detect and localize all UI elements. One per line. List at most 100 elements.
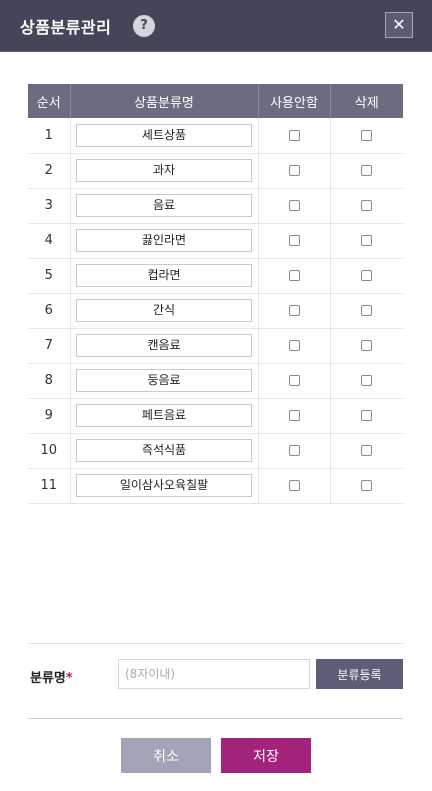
row-delete-cell	[330, 433, 403, 469]
row-name-cell: 과자	[70, 153, 259, 189]
header-disable: 사용안함	[258, 84, 331, 118]
disable-checkbox[interactable]	[288, 270, 300, 281]
disable-checkbox[interactable]	[288, 165, 300, 176]
category-name-field[interactable]: 간식	[76, 299, 252, 322]
disable-checkbox[interactable]	[288, 445, 300, 456]
table-row: 5 컵라면	[28, 258, 403, 294]
row-name-cell: 컵라면	[70, 258, 259, 294]
row-disable-cell	[258, 153, 331, 189]
delete-checkbox[interactable]	[361, 305, 373, 316]
category-name-field[interactable]: 음료	[76, 194, 252, 217]
delete-checkbox[interactable]	[361, 480, 373, 491]
row-order: 4	[28, 223, 71, 259]
category-name-field[interactable]: 과자	[76, 159, 252, 182]
row-delete-cell	[330, 363, 403, 399]
disable-checkbox[interactable]	[288, 410, 300, 421]
help-icon[interactable]: ?	[133, 15, 155, 37]
table-row: 1 세트상품	[28, 118, 403, 154]
dialog-header: 상품분류관리 ? ✕	[0, 0, 432, 52]
row-delete-cell	[330, 188, 403, 224]
register-category-button[interactable]: 분류등록	[316, 659, 403, 689]
delete-checkbox[interactable]	[361, 445, 373, 456]
category-table: 순서 상품분류명 사용안함 삭제 1 세트상품 2 과자 3 음료 4 끓인라면 5 컵라면 6 간식…	[28, 84, 403, 504]
row-name-cell: 간식	[70, 293, 259, 329]
category-name-field[interactable]: 둥음료	[76, 369, 252, 392]
table-row: 7 캔음료	[28, 328, 403, 364]
category-name-input[interactable]	[118, 659, 310, 689]
category-name-field[interactable]: 캔음료	[76, 334, 252, 357]
delete-checkbox[interactable]	[361, 235, 373, 246]
table-header-row: 순서 상품분류명 사용안함 삭제	[28, 84, 403, 118]
cancel-button[interactable]: 취소	[121, 738, 211, 773]
row-name-cell: 캔음료	[70, 328, 259, 364]
category-name-field[interactable]: 세트상품	[76, 123, 252, 147]
row-order: 8	[28, 363, 71, 399]
row-disable-cell	[258, 293, 331, 329]
disable-checkbox[interactable]	[288, 235, 300, 246]
header-delete: 삭제	[330, 84, 403, 118]
divider	[28, 718, 403, 719]
row-delete-cell	[330, 293, 403, 329]
close-icon[interactable]: ✕	[385, 12, 413, 38]
row-name-cell: 끓인라면	[70, 223, 259, 259]
disable-checkbox[interactable]	[288, 375, 300, 386]
delete-checkbox[interactable]	[361, 200, 373, 211]
row-disable-cell	[258, 363, 331, 399]
row-disable-cell	[258, 468, 331, 504]
row-name-cell: 즉석식품	[70, 433, 259, 469]
row-disable-cell	[258, 433, 331, 469]
header-name: 상품분류명	[70, 84, 259, 118]
table-row: 6 간식	[28, 293, 403, 329]
disable-checkbox[interactable]	[288, 129, 300, 141]
row-disable-cell	[258, 188, 331, 224]
row-name-cell: 세트상품	[70, 118, 259, 154]
delete-checkbox[interactable]	[361, 340, 373, 351]
save-button[interactable]: 저장	[221, 738, 311, 773]
row-delete-cell	[330, 328, 403, 364]
row-name-cell: 음료	[70, 188, 259, 224]
disable-checkbox[interactable]	[288, 480, 300, 491]
delete-checkbox[interactable]	[361, 375, 373, 386]
disable-checkbox[interactable]	[288, 340, 300, 351]
category-name-field[interactable]: 일이삼사오육칠팔	[76, 474, 252, 497]
category-name-label: 분류명*	[30, 667, 73, 686]
header-order: 순서	[28, 84, 71, 118]
row-delete-cell	[330, 398, 403, 434]
row-delete-cell	[330, 118, 403, 154]
row-order: 2	[28, 153, 71, 189]
delete-checkbox[interactable]	[361, 165, 373, 176]
table-row: 8 둥음료	[28, 363, 403, 399]
row-disable-cell	[258, 398, 331, 434]
table-row: 4 끓인라면	[28, 223, 403, 259]
table-row: 10 즉석식품	[28, 433, 403, 469]
delete-checkbox[interactable]	[361, 410, 373, 421]
category-name-field[interactable]: 페트음료	[76, 404, 252, 427]
category-name-field[interactable]: 컵라면	[76, 264, 252, 287]
row-order: 9	[28, 398, 71, 434]
row-delete-cell	[330, 258, 403, 294]
row-order: 7	[28, 328, 71, 364]
row-order: 1	[28, 118, 71, 154]
table-row: 11 일이삼사오육칠팔	[28, 468, 403, 504]
disable-checkbox[interactable]	[288, 200, 300, 211]
table-row: 2 과자	[28, 153, 403, 189]
row-delete-cell	[330, 223, 403, 259]
table-row: 3 음료	[28, 188, 403, 224]
dialog-title: 상품분류관리	[20, 18, 112, 37]
delete-checkbox[interactable]	[361, 129, 373, 141]
row-order: 10	[28, 433, 71, 469]
delete-checkbox[interactable]	[361, 270, 373, 281]
category-name-field[interactable]: 즉석식품	[76, 439, 252, 462]
table-row: 9 페트음료	[28, 398, 403, 434]
row-name-cell: 일이삼사오육칠팔	[70, 468, 259, 504]
row-name-cell: 페트음료	[70, 398, 259, 434]
row-disable-cell	[258, 223, 331, 259]
row-delete-cell	[330, 153, 403, 189]
row-name-cell: 둥음료	[70, 363, 259, 399]
row-delete-cell	[330, 468, 403, 504]
row-order: 6	[28, 293, 71, 329]
category-name-field[interactable]: 끓인라면	[76, 229, 252, 252]
disable-checkbox[interactable]	[288, 305, 300, 316]
category-name-label-text: 분류명	[30, 671, 66, 686]
row-order: 11	[28, 468, 71, 504]
